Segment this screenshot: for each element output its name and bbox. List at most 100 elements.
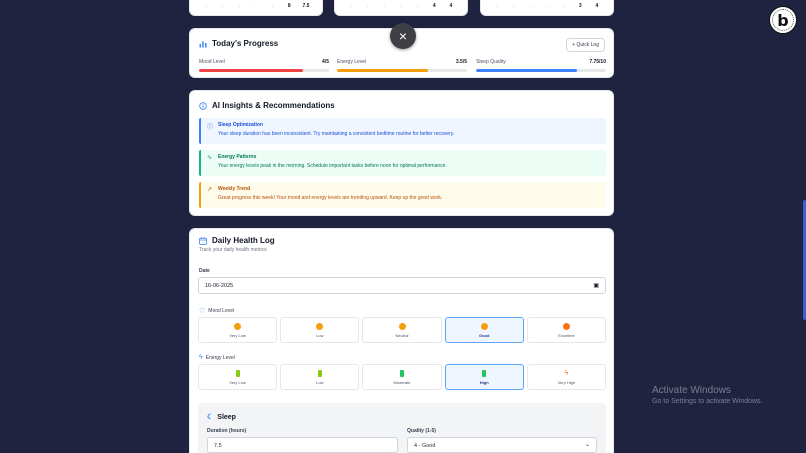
option-label: Very Low: [229, 332, 246, 338]
energy-option-very-low[interactable]: Very Low: [198, 364, 278, 390]
summary-cell: 4: [432, 3, 436, 9]
summary-cell: -: [350, 3, 352, 8]
summary-cell: -: [496, 3, 498, 8]
summary-cell: -: [271, 3, 274, 8]
log-title: Daily Health Log: [199, 236, 275, 245]
date-input[interactable]: 16-06-2025 ▣: [198, 277, 606, 294]
insight-sleep-optimization: ⓘ Sleep Optimization Your sleep duration…: [199, 118, 606, 144]
insight-title: Sleep Optimization: [218, 122, 264, 128]
mood-options: Very Low Low Neutral Good Excellent: [198, 317, 607, 343]
progress-bar: [199, 69, 329, 72]
summary-cell: -: [255, 3, 257, 8]
watermark-line1: Activate Windows: [652, 385, 731, 396]
insight-text: Your energy levels peak in the morning. …: [218, 163, 447, 169]
summary-cell: -: [529, 3, 531, 8]
option-label: Good: [478, 332, 490, 338]
metric-energy: Energy Level 3.5/5: [337, 59, 467, 72]
duration-value: 7.5: [214, 443, 222, 449]
calendar-icon: [199, 236, 207, 245]
insight-text: Great progress this week! Your mood and …: [218, 195, 443, 201]
activity-icon: ∿: [207, 155, 213, 161]
lightning-icon: ϟ: [199, 354, 203, 361]
summary-card-1: - - - - - 8 7.5: [189, 0, 323, 16]
insights-title: AI Insights & Recommendations: [199, 101, 335, 110]
lightning-icon: ϟ: [564, 369, 569, 377]
mood-option-low[interactable]: Low: [280, 317, 360, 343]
mood-label-text: Mood Level: [208, 308, 235, 314]
log-subtitle: Track your daily health metrics: [199, 247, 267, 253]
sleep-section: ☾ Sleep Duration (hours) 7.5 Quality (1-…: [198, 403, 606, 453]
summary-card-3: - - - - - 3 4: [480, 0, 614, 16]
neutral-face-icon: [398, 322, 406, 330]
mood-section-label: ♡ Mood Level: [199, 307, 234, 315]
summary-cell: 4: [595, 3, 599, 9]
summary-cell: -: [562, 3, 565, 8]
metric-value: 7.75/10: [589, 59, 606, 65]
chevron-down-icon: ⌄: [584, 442, 590, 448]
close-icon[interactable]: ×: [390, 23, 416, 49]
summary-cell: 8: [287, 3, 291, 9]
summary-cell: 4: [449, 3, 453, 9]
energy-option-low[interactable]: Low: [280, 364, 360, 390]
calendar-picker-icon[interactable]: ▣: [593, 282, 599, 289]
mood-option-very-low[interactable]: Very Low: [198, 317, 278, 343]
activate-windows-watermark: Activate Windows Go to Settings to activ…: [652, 385, 763, 405]
metric-label: Mood Level: [199, 59, 225, 65]
metric-label: Sleep Quality: [476, 59, 506, 65]
option-label: Low: [316, 332, 324, 338]
bar-chart-icon: [199, 41, 207, 47]
metric-value: 4/5: [322, 59, 329, 65]
energy-label-text: Energy Level: [205, 354, 235, 361]
insight-title: Weekly Trend: [218, 186, 251, 192]
trend-up-icon: ↗: [207, 187, 213, 193]
metric-value: 3.5/5: [455, 59, 467, 65]
energy-option-very-high[interactable]: ϟ Very High: [526, 364, 607, 390]
mood-option-neutral[interactable]: Neutral: [362, 317, 442, 343]
option-label: High: [479, 379, 489, 385]
metric-sleep-quality: Sleep Quality 7.75/10: [476, 59, 606, 72]
summary-cell: -: [205, 3, 207, 8]
battery-icon: [235, 369, 240, 377]
progress-fill: [337, 69, 428, 72]
option-label: Excellent: [558, 332, 575, 338]
progress-bar: [476, 69, 606, 72]
sleep-title-text: Sleep: [217, 413, 236, 421]
quality-select[interactable]: 4 - Good ⌄: [407, 437, 597, 453]
progress-fill: [476, 69, 577, 72]
progress-fill: [199, 69, 303, 72]
summary-cell: -: [400, 3, 402, 8]
summary-cell: -: [238, 3, 240, 8]
summary-row: - - - - - 8 7.5: [200, 3, 312, 9]
summary-cell: -: [366, 3, 369, 8]
moon-icon: ☾: [207, 414, 214, 421]
sad-face-icon: [234, 322, 242, 330]
battery-icon: [482, 369, 487, 377]
date-value: 16-06-2025: [205, 283, 234, 289]
option-label: Very Low: [229, 379, 246, 385]
option-label: Neutral: [395, 332, 409, 338]
progress-title-text: Today's Progress: [212, 39, 279, 48]
summary-cell: 3: [578, 3, 582, 9]
battery-icon: [400, 369, 404, 377]
summary-row: - - - - - 4 4: [345, 3, 457, 9]
insight-energy-patterns: ∿ Energy Patterns Your energy levels pea…: [199, 150, 606, 176]
energy-option-high[interactable]: High: [444, 364, 524, 390]
date-label: Date: [199, 268, 210, 274]
mood-option-excellent[interactable]: Excellent: [526, 317, 607, 343]
brand-logo[interactable]: b: [769, 6, 797, 34]
log-title-text: Daily Health Log: [212, 236, 275, 245]
option-label: Very High: [557, 379, 576, 385]
duration-label: Duration (hours): [207, 428, 247, 434]
summary-cell: -: [512, 3, 515, 8]
energy-option-moderate[interactable]: Moderate: [362, 364, 442, 390]
metric-label: Energy Level: [337, 59, 367, 65]
insights-title-text: AI Insights & Recommendations: [212, 101, 335, 110]
insight-weekly-trend: ↗ Weekly Trend Great progress this week!…: [199, 182, 606, 208]
duration-input[interactable]: 7.5: [207, 437, 398, 453]
daily-health-log-card: Daily Health Log Track your daily health…: [189, 228, 614, 453]
summary-cell: 7.5: [302, 3, 310, 9]
summary-cell: -: [546, 3, 548, 8]
mood-option-good[interactable]: Good: [444, 317, 524, 343]
quick-log-button[interactable]: + Quick Log: [566, 38, 605, 52]
insight-text: Your sleep duration has been inconsisten…: [218, 131, 455, 137]
